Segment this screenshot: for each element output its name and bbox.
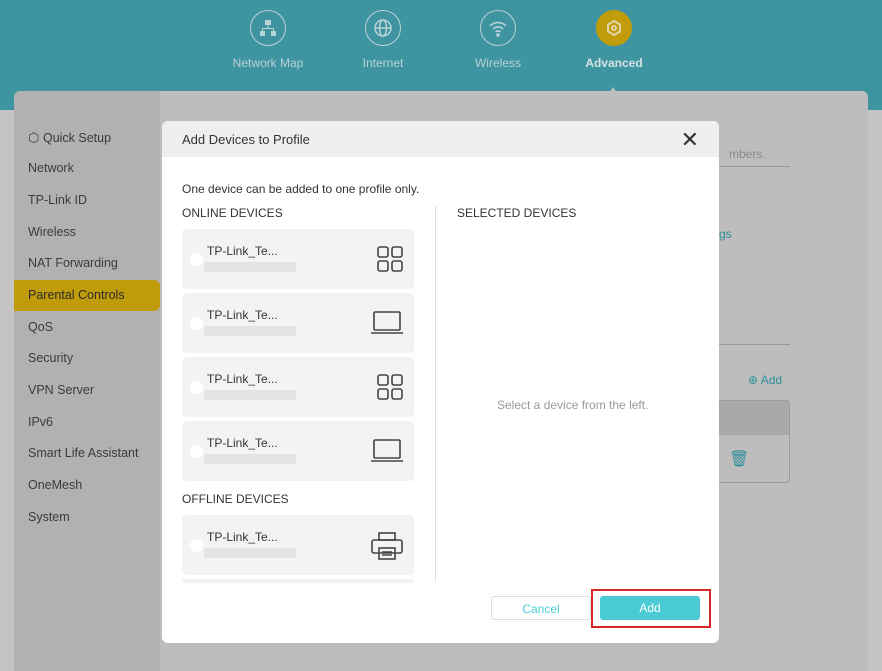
nav-network-map[interactable]: Network Map xyxy=(218,10,318,70)
sidebar-item-onemesh[interactable]: OneMesh xyxy=(14,470,160,501)
grid-icon xyxy=(377,246,403,272)
sidebar-item-qos[interactable]: QoS xyxy=(14,312,160,343)
nav-label: Wireless xyxy=(474,56,521,70)
sidebar-item-wireless[interactable]: Wireless xyxy=(14,217,160,248)
sidebar-item-quick-setup[interactable]: ⬡ Quick Setup xyxy=(14,122,160,153)
selected-devices-header: SELECTED DEVICES xyxy=(457,206,577,220)
divider xyxy=(714,166,790,167)
sidebar-item-network[interactable]: Network xyxy=(14,153,160,184)
online-devices-header: ONLINE DEVICES xyxy=(182,206,283,220)
dialog-title: Add Devices to Profile xyxy=(162,121,719,157)
device-radio[interactable] xyxy=(190,445,203,458)
device-radio[interactable] xyxy=(190,317,203,330)
device-radio[interactable] xyxy=(190,381,203,394)
background-link[interactable]: gs xyxy=(719,227,732,241)
nav-advanced[interactable]: Advanced xyxy=(564,10,664,70)
device-card[interactable]: TP-Link_Te... xyxy=(182,515,414,575)
sidebar-item-security[interactable]: Security xyxy=(14,343,160,374)
nav-label: Advanced xyxy=(585,56,643,70)
sidebar-item-smart-life-assistant[interactable]: Smart Life Assistant xyxy=(14,438,160,469)
globe-icon xyxy=(365,10,401,46)
sidebar: ⬡ Quick Setup Network TP-Link ID Wireles… xyxy=(14,91,160,671)
gear-icon: ⬡ xyxy=(28,130,43,145)
device-mac-blurred xyxy=(204,454,296,464)
device-mac-blurred xyxy=(204,548,296,558)
laptop-icon xyxy=(371,311,403,334)
gear-icon xyxy=(596,10,632,46)
sidebar-item-vpn-server[interactable]: VPN Server xyxy=(14,375,160,406)
sidebar-item-parental-controls[interactable]: Parental Controls xyxy=(14,280,160,311)
sidebar-item-ipv6[interactable]: IPv6 xyxy=(14,407,160,438)
sidebar-item-label: Quick Setup xyxy=(42,131,112,145)
nav-wireless[interactable]: Wireless xyxy=(448,10,548,70)
device-name: TP-Link_Te... xyxy=(207,530,278,544)
add-devices-dialog: Add Devices to Profile ✕ One device can … xyxy=(162,121,719,643)
dialog-note: One device can be added to one profile o… xyxy=(182,182,420,196)
sidebar-item-system[interactable]: System xyxy=(14,502,160,533)
wifi-icon xyxy=(480,10,516,46)
device-card[interactable]: TP-Link_Te... xyxy=(182,421,414,481)
add-label: Add xyxy=(760,373,783,387)
device-card[interactable]: TP-Link_Te... xyxy=(182,293,414,353)
background-input-placeholder: mbers. xyxy=(729,147,766,161)
device-card[interactable]: TP-Link_Te... xyxy=(182,229,414,289)
nav-internet[interactable]: Internet xyxy=(333,10,433,70)
laptop-icon xyxy=(371,439,403,462)
offline-devices-header: OFFLINE DEVICES xyxy=(182,492,289,506)
empty-selection-text: Select a device from the left. xyxy=(497,398,649,412)
cancel-button[interactable]: Cancel xyxy=(491,596,591,620)
device-mac-blurred xyxy=(204,262,296,272)
trash-icon[interactable]: 🗑 xyxy=(729,449,749,469)
divider xyxy=(714,344,790,345)
highlight-box xyxy=(591,589,711,628)
device-mac-blurred xyxy=(204,326,296,336)
background-add-button[interactable]: ⊕ Add xyxy=(748,373,782,387)
device-name: TP-Link_Te... xyxy=(207,436,278,450)
printer-icon xyxy=(371,532,403,560)
close-icon[interactable]: ✕ xyxy=(681,127,699,153)
device-radio[interactable] xyxy=(190,539,203,552)
plus-circle-icon: ⊕ xyxy=(748,373,759,387)
device-name: TP-Link_Te... xyxy=(207,372,278,386)
column-divider xyxy=(435,206,436,581)
nav-label: Internet xyxy=(362,56,404,70)
sidebar-item-tp-link-id[interactable]: TP-Link ID xyxy=(14,185,160,216)
nav-label: Network Map xyxy=(232,56,304,70)
sidebar-item-nat-forwarding[interactable]: NAT Forwarding xyxy=(14,248,160,279)
device-card[interactable]: TP-Link_Te... xyxy=(182,357,414,417)
device-mac-blurred xyxy=(204,390,296,400)
device-card-partial xyxy=(182,579,414,583)
grid-icon xyxy=(377,374,403,400)
device-name: TP-Link_Te... xyxy=(207,244,278,258)
device-name: TP-Link_Te... xyxy=(207,308,278,322)
network-map-icon xyxy=(250,10,286,46)
device-radio[interactable] xyxy=(190,253,203,266)
